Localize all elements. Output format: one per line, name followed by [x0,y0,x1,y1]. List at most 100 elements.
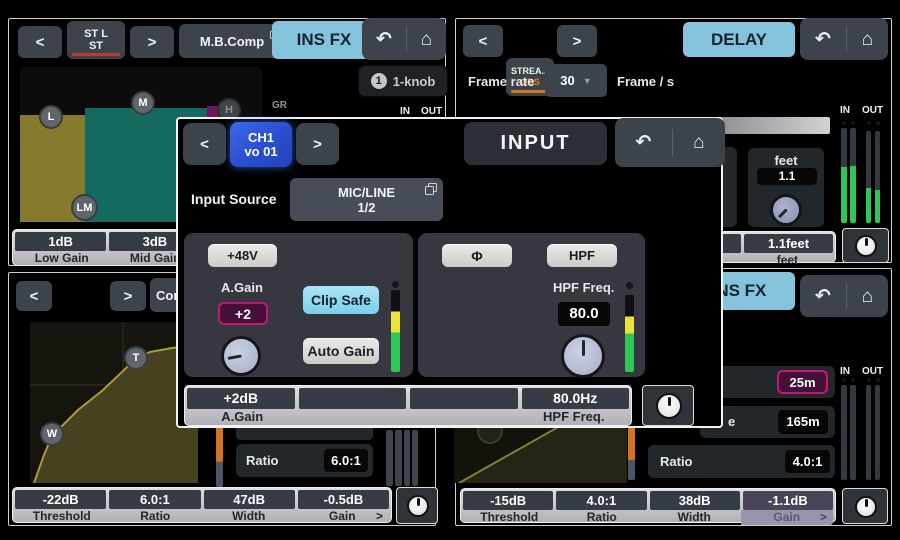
frame-rate-dropdown[interactable]: 30 ▼ [545,64,607,97]
bl-marker-width[interactable]: W [40,422,64,446]
bl-cell-threshold[interactable]: -22dB [15,490,106,509]
dlg-label-hpf: HPF Freq. [519,409,630,424]
bl-gain-label-text: Gain [329,509,356,523]
dlg-title: INPUT [464,122,607,165]
tl-marker-mid[interactable]: M [131,91,155,115]
br-label-gain: Gain> [741,510,834,525]
tl-preset-label: M.B.Comp [200,34,264,49]
br-ratio-value[interactable]: 4.0:1 [785,450,830,473]
bl-next-channel-button[interactable]: > [110,281,146,311]
dlg-cell-2[interactable] [299,388,407,409]
tr-in-meter-2 [850,128,856,223]
tl-tab-ins-fx[interactable]: INS FX [272,21,376,59]
tr-out-label: OUT [862,105,883,116]
home-icon[interactable]: ⌂ [862,287,873,306]
input-source-button[interactable]: MIC/LINE 1/2 [290,178,443,221]
hpf-level-meter [625,295,634,372]
tl-preset-button[interactable]: M.B.Comp [179,24,285,58]
br-undo-home-bar: ↶ ⌂ [800,275,888,317]
tl-marker-lowmid[interactable]: LM [71,194,98,221]
tr-tab-delay[interactable]: DELAY [683,22,795,57]
phantom-48v-button[interactable]: +48V [208,244,277,267]
hpf-freq-value[interactable]: 80.0 [558,302,610,326]
undo-icon[interactable]: ↶ [815,287,831,306]
tr-in-meter-1 [841,128,847,223]
again-knob[interactable] [221,336,261,376]
bl-meter-4 [412,430,418,486]
undo-icon[interactable]: ↶ [815,30,831,49]
bl-comp-curve [30,322,198,483]
br-touch-knob[interactable] [855,496,877,518]
br-label-threshold: Threshold [463,510,556,525]
tl-marker-low[interactable]: L [39,105,63,129]
tr-touch-knob[interactable] [855,235,877,257]
dlg-label-3 [408,409,519,424]
divider [846,27,847,50]
dlg-cell-again[interactable]: +2dB [187,388,295,409]
dlg-prev-channel-button[interactable]: < [183,123,226,165]
tl-channel-line1: ST L [84,28,108,40]
home-icon[interactable]: ⌂ [693,133,704,152]
bl-touch-knob[interactable] [407,495,429,517]
tr-out1-peak-led [867,121,871,125]
tl-next-channel-button[interactable]: > [130,26,174,58]
bl-cell-gain[interactable]: -0.5dB [298,490,389,509]
bl-cell-ratio[interactable]: 6.0:1 [109,490,200,509]
br-cell-gain[interactable]: -1.1dB [743,491,833,510]
br-time-short-value[interactable]: 25m [777,370,828,394]
bl-meter-1 [386,430,393,486]
br-cell-width[interactable]: 38dB [650,491,740,510]
feet-knob[interactable] [770,194,802,226]
tr-label-feet: feet [742,253,833,268]
dlg-cell-hpf[interactable]: 80.0Hz [522,388,630,409]
tl-channel-select-button[interactable]: ST L ST [67,21,125,59]
bl-more-arrow-icon[interactable]: > [376,509,383,524]
dlg-next-channel-button[interactable]: > [296,123,339,165]
hpf-freq-knob[interactable] [561,334,605,378]
bl-marker-threshold[interactable]: T [124,346,148,370]
bl-meter-3 [404,430,410,486]
br-out-meter-2 [875,385,880,480]
tl-prev-channel-button[interactable]: < [18,26,62,58]
tl-one-knob-button[interactable]: 1 1-knob [358,65,448,97]
tl-label-low-gain: Low Gain [15,251,109,266]
bl-meter-2 [395,430,402,486]
phase-button[interactable]: Φ [442,244,512,267]
br-time-long-value[interactable]: 165m [778,410,828,434]
dlg-channel-select-button[interactable]: CH1 vo 01 [230,122,292,167]
home-icon[interactable]: ⌂ [421,30,432,49]
input-source-line1: MIC/LINE [338,185,395,200]
br-cell-ratio[interactable]: 4.0:1 [556,491,646,510]
frame-rate-unit: Frame / s [617,74,674,89]
dlg-touch-knob[interactable] [656,393,682,419]
auto-gain-button[interactable]: Auto Gain [303,338,379,364]
tl-channel-line2: ST [89,40,103,52]
hpf-button[interactable]: HPF [547,244,617,267]
divider [846,284,847,307]
mixer-screen: < ST L ST > M.B.Comp INS FX ↶ ⌂ L M H LM… [0,0,900,540]
br-in-label: IN [840,366,850,377]
tr-in1-peak-led [842,121,846,125]
undo-icon[interactable]: ↶ [635,133,651,152]
undo-icon[interactable]: ↶ [376,30,392,49]
br-cell-threshold[interactable]: -15dB [463,491,553,510]
tr-next-channel-button[interactable]: > [557,25,597,57]
again-value[interactable]: +2 [218,302,268,325]
input-source-line2: 1/2 [357,200,375,215]
dlg-cell-3[interactable] [410,388,518,409]
br-more-arrow-icon[interactable]: > [820,510,827,525]
bl-prev-channel-button[interactable]: < [16,281,52,311]
tr-prev-channel-button[interactable]: < [463,25,503,57]
dlg-touch-knob-box [642,385,694,426]
bl-ratio-value[interactable]: 6.0:1 [324,449,368,472]
feet-value[interactable]: 1.1 [757,168,817,185]
tr-out-meter-1 [866,131,871,223]
bl-cell-width[interactable]: 47dB [204,490,295,509]
dlg-channel-line2: vo 01 [244,145,277,159]
tl-cell-low-gain[interactable]: 1dB [15,232,106,251]
home-icon[interactable]: ⌂ [862,30,873,49]
tr-undo-home-bar: ↶ ⌂ [800,18,888,60]
clip-safe-button[interactable]: Clip Safe [303,286,379,314]
tr-out-meter-2 [875,131,880,223]
tr-cell-feet[interactable]: 1.1feet [744,234,833,253]
